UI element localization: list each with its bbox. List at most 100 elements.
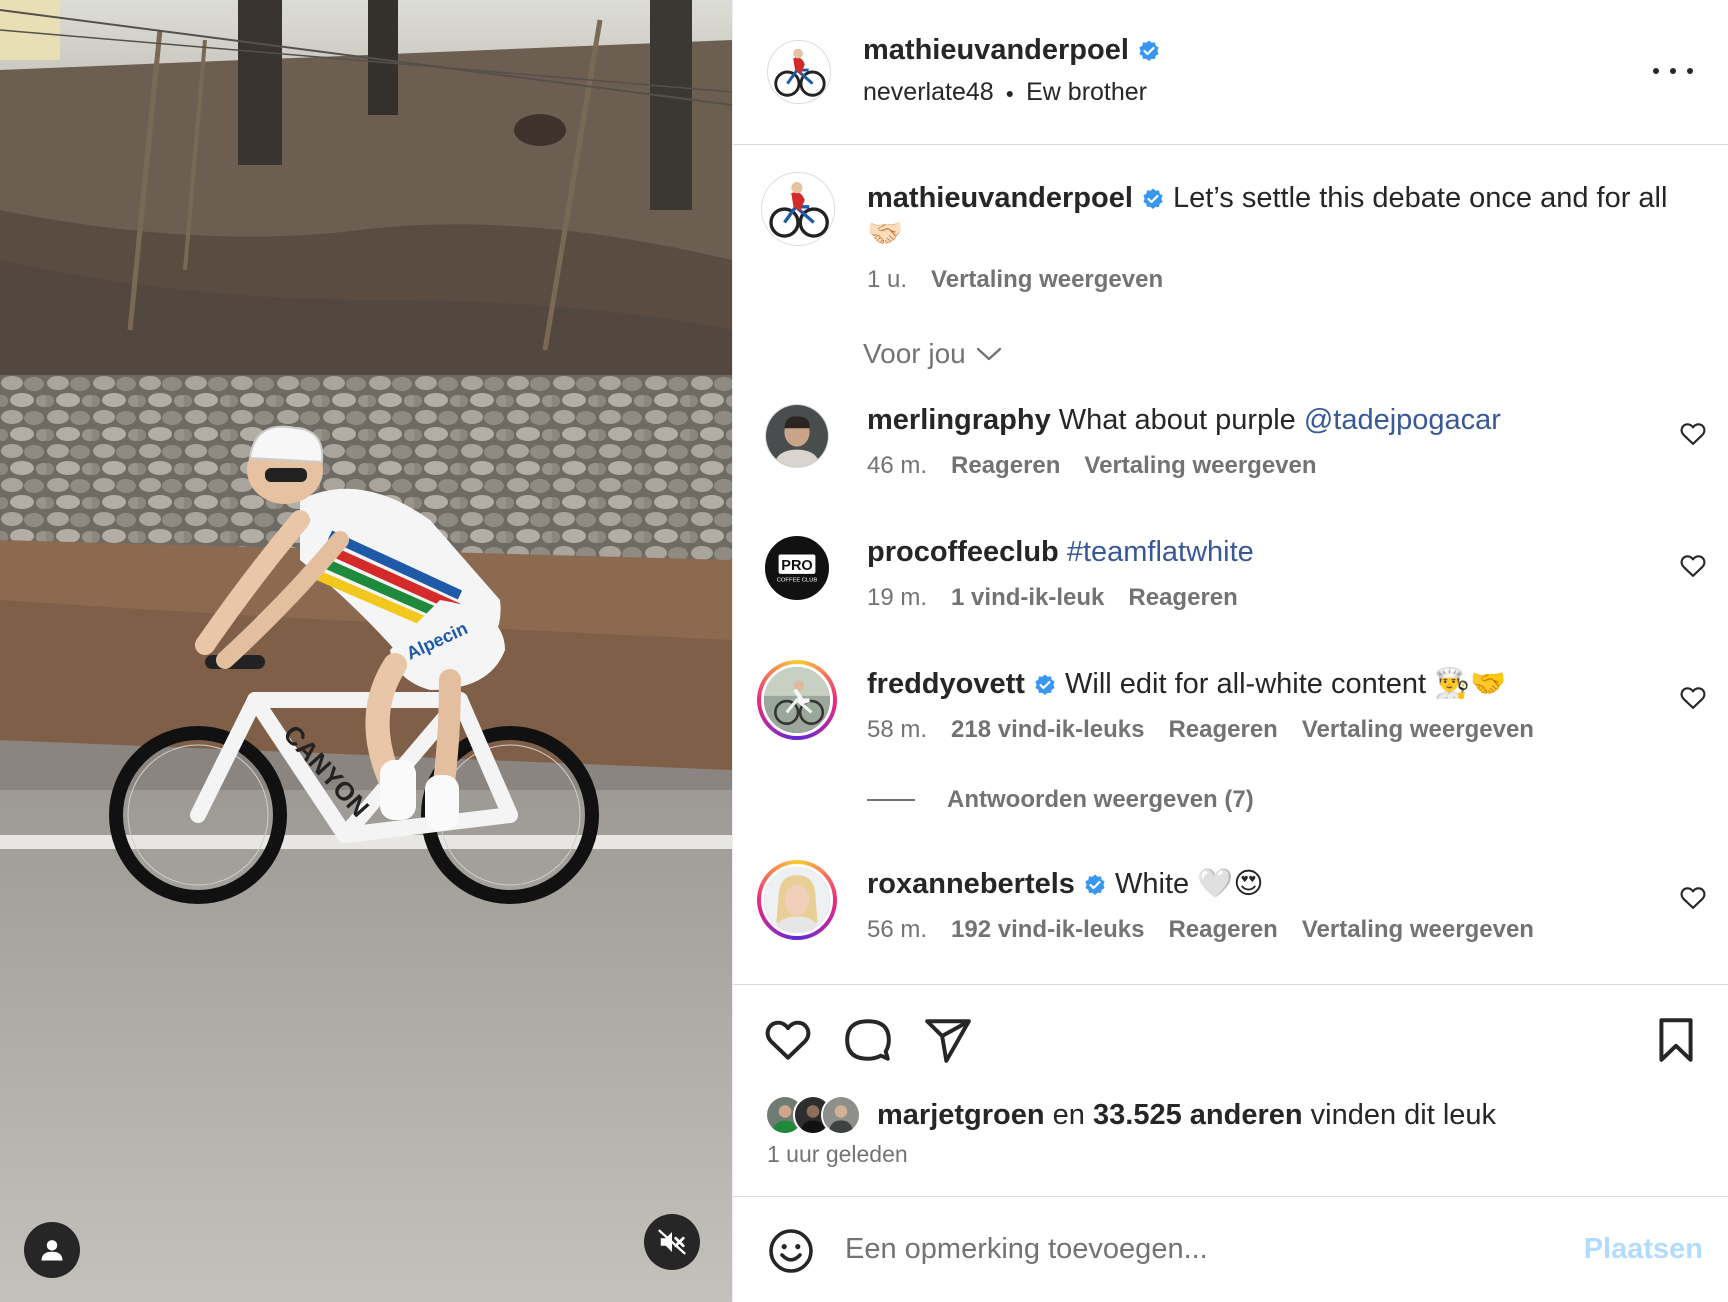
post-media[interactable]: CANYON Alpecin (0, 0, 732, 1302)
caption-username[interactable]: mathieuvanderpoel (867, 182, 1133, 214)
audio-title-link[interactable]: Ew brother (1026, 78, 1147, 107)
comment-body: White 🤍😍 (1115, 868, 1264, 900)
liker-avatar (821, 1095, 861, 1135)
comment-meta: 58 m. 218 vind-ik-leuks Reageren Vertali… (867, 716, 1534, 744)
comment-username[interactable]: freddyovett (867, 668, 1025, 700)
author-username-row[interactable]: mathieuvanderpoel (863, 34, 1161, 67)
comment-text: procoffeeclub #teamflatwhite (867, 534, 1627, 570)
more-dot (1670, 68, 1676, 74)
share-send-icon[interactable] (923, 1015, 973, 1065)
post-timestamp[interactable]: 1 uur geleden (767, 1141, 908, 1168)
comment-meta: 46 m. Reageren Vertaling weergeven (867, 452, 1317, 480)
liker-avatars (765, 1095, 861, 1135)
comment-body: Will edit for all-white content 👨‍🍳🤝 (1065, 668, 1507, 700)
comment-like-icon[interactable] (1679, 884, 1707, 912)
comment-likes-count[interactable]: 218 vind-ik-leuks (951, 716, 1144, 744)
comment-like-icon[interactable] (1679, 684, 1707, 712)
tag-people-button[interactable] (24, 1222, 80, 1278)
comment-bubble-icon[interactable] (843, 1015, 893, 1065)
more-options-button[interactable] (1653, 58, 1693, 84)
others-count-link[interactable]: 33.525 anderen (1093, 1099, 1303, 1131)
comment-hashtag-link[interactable]: #teamflatwhite (1067, 536, 1254, 568)
verified-badge-icon (1085, 874, 1105, 896)
caption-author-avatar[interactable] (761, 172, 835, 246)
likes-connector: en (1052, 1098, 1085, 1131)
comment-age[interactable]: 19 m. (867, 584, 927, 612)
comment-likes-count[interactable]: 1 vind-ik-leuk (951, 584, 1104, 612)
post-header: mathieuvanderpoel neverlate48 ● Ew broth… (733, 0, 1728, 145)
comment-text: roxannebertels White 🤍😍 (867, 866, 1627, 902)
speaker-muted-icon (658, 1229, 686, 1255)
post-comment-button[interactable]: Plaatsen (1584, 1233, 1703, 1266)
comment-like-icon[interactable] (1679, 420, 1707, 448)
verified-badge-icon (1143, 188, 1163, 210)
view-replies-label: Antwoorden weergeven (7) (947, 786, 1254, 813)
audio-attribution: neverlate48 ● Ew brother (863, 78, 1147, 107)
first-liker-username[interactable]: marjetgroen (877, 1099, 1045, 1131)
comment-item: PRO COFFEE CLUB procoffeeclub #teamflatw… (733, 534, 1728, 644)
comments-list[interactable]: mathieuvanderpoel Let’s settle this deba… (733, 146, 1728, 984)
comment-reply-button[interactable]: Reageren (1168, 916, 1277, 944)
caption-age[interactable]: 1 u. (867, 266, 907, 294)
post-detail-panel: mathieuvanderpoel neverlate48 ● Ew broth… (732, 0, 1728, 1302)
comment-translate-link[interactable]: Vertaling weergeven (1302, 716, 1534, 744)
chevron-down-icon (976, 347, 1001, 361)
more-horizontal-icon (1653, 68, 1659, 74)
comment-body: What about purple (1058, 404, 1304, 436)
comment-item: merlingraphy What about purple @tadejpog… (733, 402, 1728, 512)
verified-badge-icon (1139, 40, 1159, 61)
commenter-avatar-story-ring[interactable] (757, 660, 837, 740)
procoffee-logo-sub: COFFEE CLUB (777, 578, 818, 584)
view-replies-button[interactable]: Antwoorden weergeven (7) (867, 786, 1254, 814)
comment-age[interactable]: 56 m. (867, 916, 927, 944)
verified-badge-icon (1035, 674, 1055, 696)
cyclist-video-frame: CANYON Alpecin (0, 0, 732, 1302)
caption-meta: 1 u. Vertaling weergeven (867, 266, 1163, 294)
comment-text: freddyovett Will edit for all-white cont… (867, 666, 1627, 702)
comment-translate-link[interactable]: Vertaling weergeven (1084, 452, 1316, 480)
bookmark-save-icon[interactable] (1651, 1015, 1701, 1065)
post-actions: marjetgroen en 33.525 anderen vinden dit… (733, 984, 1728, 1196)
author-avatar[interactable] (767, 40, 831, 104)
comment-input[interactable] (845, 1223, 1545, 1275)
comment-username[interactable]: procoffeeclub (867, 536, 1059, 568)
comment-username[interactable]: roxannebertels (867, 868, 1075, 900)
comment-meta: 56 m. 192 vind-ik-leuks Reageren Vertali… (867, 916, 1534, 944)
likes-text: marjetgroen en 33.525 anderen vinden dit… (877, 1099, 1496, 1132)
comment-like-icon[interactable] (1679, 552, 1707, 580)
audio-user-link[interactable]: neverlate48 (863, 78, 994, 107)
comment-item: freddyovett Will edit for all-white cont… (733, 660, 1728, 776)
likes-summary[interactable]: marjetgroen en 33.525 anderen vinden dit… (765, 1095, 1496, 1135)
mute-toggle-button[interactable] (644, 1214, 700, 1270)
author-username[interactable]: mathieuvanderpoel (863, 34, 1129, 67)
commenter-avatar[interactable] (765, 404, 829, 468)
sort-label: Voor jou (863, 338, 966, 369)
comment-reply-button[interactable]: Reageren (1128, 584, 1237, 612)
comment-username[interactable]: merlingraphy (867, 404, 1051, 436)
separator-dot: ● (1005, 84, 1015, 101)
comment-sort-dropdown[interactable]: Voor jou (863, 338, 1002, 370)
replies-divider (867, 799, 915, 801)
comment-age[interactable]: 46 m. (867, 452, 927, 480)
like-button-heart-icon[interactable] (763, 1015, 813, 1065)
comment-reply-button[interactable]: Reageren (1168, 716, 1277, 744)
caption-body: Let’s settle this debate once and for al… (1173, 182, 1668, 214)
comment-composer: Plaatsen (733, 1196, 1728, 1302)
procoffee-logo-main: PRO (781, 558, 812, 574)
caption-emoji: 🤝🏻 (867, 218, 904, 250)
comment-reply-button[interactable]: Reageren (951, 452, 1060, 480)
comment-age[interactable]: 58 m. (867, 716, 927, 744)
comment-mention-link[interactable]: @tadejpogacar (1304, 404, 1501, 436)
commenter-avatar[interactable]: PRO COFFEE CLUB (765, 536, 829, 600)
commenter-avatar-story-ring[interactable] (757, 860, 837, 940)
smiley-icon[interactable] (767, 1227, 815, 1275)
comment-meta: 19 m. 1 vind-ik-leuk Reageren (867, 584, 1238, 612)
caption-translate-link[interactable]: Vertaling weergeven (931, 266, 1163, 294)
comment-translate-link[interactable]: Vertaling weergeven (1302, 916, 1534, 944)
comment-item: roxannebertels White 🤍😍 56 m. 192 vind-i… (733, 860, 1728, 976)
user-tag-icon (41, 1240, 63, 1261)
more-dot (1687, 68, 1693, 74)
comment-likes-count[interactable]: 192 vind-ik-leuks (951, 916, 1144, 944)
caption-text: mathieuvanderpoel Let’s settle this deba… (867, 180, 1687, 252)
likes-suffix: vinden dit leuk (1310, 1098, 1497, 1131)
